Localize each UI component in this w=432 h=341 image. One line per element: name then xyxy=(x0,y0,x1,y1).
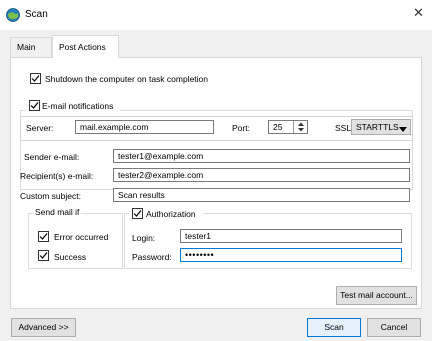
email-notifications-checkbox[interactable] xyxy=(29,100,40,111)
error-occurred-label: Error occurred xyxy=(54,232,109,242)
send-mail-if-label: Send mail if xyxy=(33,207,82,217)
authorization-checkbox[interactable] xyxy=(132,208,143,219)
success-checkbox[interactable] xyxy=(38,250,49,261)
advanced-button[interactable]: Advanced >> xyxy=(11,318,76,337)
tab-post-actions[interactable]: Post Actions xyxy=(52,35,119,58)
scan-button[interactable]: Scan xyxy=(307,318,361,337)
error-occurred-checkbox[interactable] xyxy=(38,231,49,242)
server-label: Server: xyxy=(26,123,54,133)
cancel-button[interactable]: Cancel xyxy=(367,318,421,337)
password-label: Password: xyxy=(132,252,172,262)
subject-label: Custom subject: xyxy=(20,191,81,201)
recipient-input[interactable]: tester2@example.com xyxy=(113,168,410,182)
ssl-value: STARTTLS xyxy=(356,122,399,132)
authorization-label: Authorization xyxy=(146,209,196,219)
close-icon[interactable]: ✕ xyxy=(413,6,424,20)
success-label: Success xyxy=(54,252,87,262)
window-title: Scan xyxy=(25,9,48,20)
test-mail-account-button[interactable]: Test mail account... xyxy=(336,286,417,305)
port-label: Port: xyxy=(232,123,250,133)
title-bar xyxy=(0,0,432,30)
ssl-label: SSL xyxy=(335,123,352,133)
server-input[interactable]: mail.example.com xyxy=(75,120,214,134)
login-input[interactable]: tester1 xyxy=(180,229,402,243)
port-spinner[interactable] xyxy=(293,121,307,133)
subject-input[interactable]: Scan results xyxy=(113,188,410,202)
shutdown-checkbox[interactable] xyxy=(30,73,41,84)
password-input[interactable]: •••••••• xyxy=(180,248,402,262)
sender-input[interactable]: tester1@example.com xyxy=(113,149,410,163)
login-label: Login: xyxy=(132,233,156,243)
shutdown-label: Shutdown the computer on task completion xyxy=(45,74,209,84)
port-value: 25 xyxy=(273,122,283,132)
scanner-globe-icon xyxy=(6,8,20,22)
email-notifications-label: E-mail notifications xyxy=(42,101,114,111)
chevron-down-icon xyxy=(399,124,407,134)
recipient-label: Recipient(s) e-mail: xyxy=(20,171,94,181)
sender-label: Sender e-mail: xyxy=(24,152,80,162)
tab-main[interactable]: Main xyxy=(10,37,52,57)
